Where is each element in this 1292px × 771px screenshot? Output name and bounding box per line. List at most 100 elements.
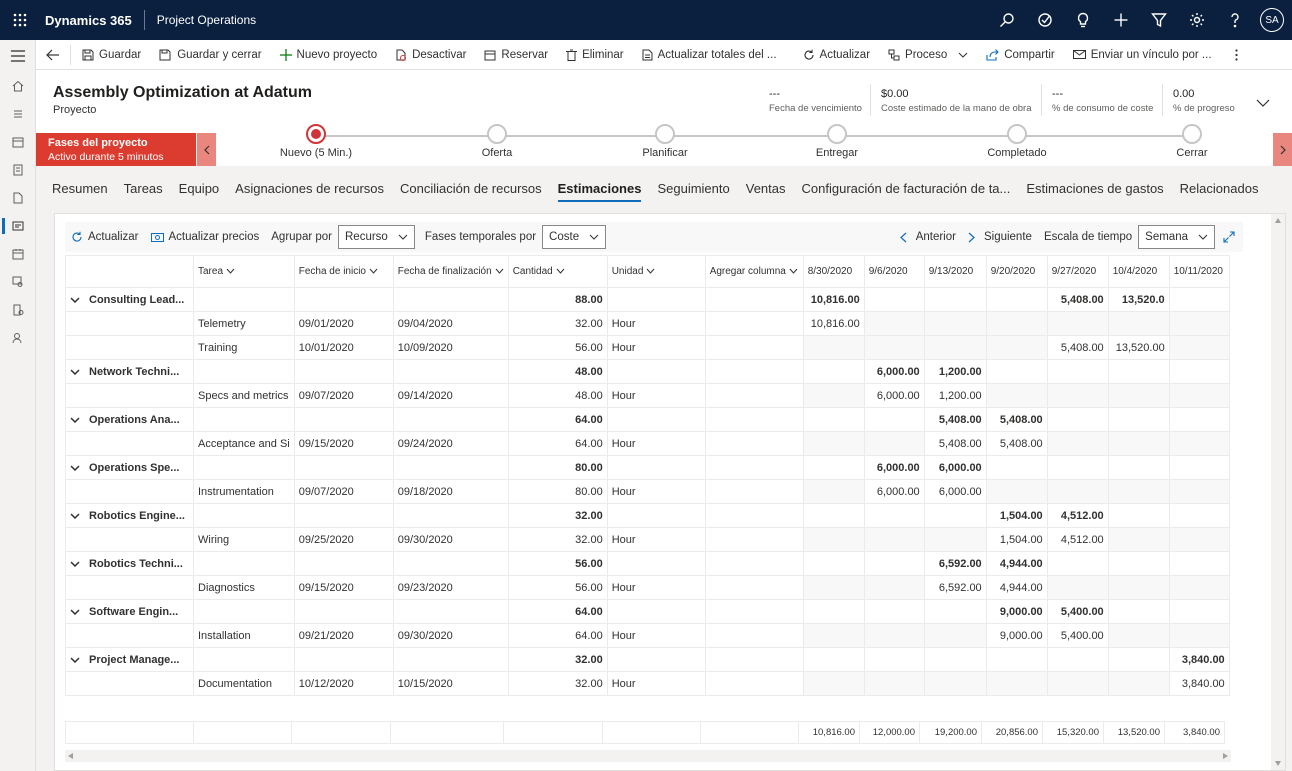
task-week-cell[interactable] [1046, 311, 1109, 336]
task-week-cell[interactable] [1046, 575, 1109, 600]
brand-name[interactable]: Dynamics 365 [40, 13, 144, 28]
task-week-cell[interactable]: 1,504.00 [985, 527, 1048, 552]
delete-button[interactable]: Eliminar [557, 40, 633, 70]
task-week-cell[interactable] [1168, 383, 1230, 408]
tab-billing-setup[interactable]: Configuración de facturación de ta... [794, 166, 1019, 210]
task-end-date[interactable]: 10/09/2020 [392, 335, 509, 360]
task-week-cell[interactable] [1046, 671, 1109, 696]
expand-icon[interactable] [1215, 231, 1243, 243]
plus-icon[interactable] [1102, 0, 1140, 40]
task-unit[interactable]: Hour [606, 623, 706, 648]
task-start-date[interactable]: 09/15/2020 [293, 431, 394, 456]
horizontal-scrollbar[interactable] [65, 750, 1231, 762]
bpf-next-button[interactable] [1273, 133, 1292, 166]
task-quantity[interactable]: 48.00 [507, 383, 608, 408]
task-unit[interactable]: Hour [606, 311, 706, 336]
task-week-cell[interactable] [1107, 479, 1170, 504]
task-quantity[interactable]: 80.00 [507, 479, 608, 504]
task-week-cell[interactable] [863, 335, 925, 360]
task-week-cell[interactable] [802, 479, 865, 504]
task-week-cell[interactable]: 9,000.00 [985, 623, 1048, 648]
task-name[interactable]: Wiring [193, 527, 295, 552]
bpf-prev-button[interactable] [197, 133, 216, 166]
back-button[interactable] [36, 40, 70, 70]
document-nav-icon[interactable] [0, 184, 36, 212]
task-name[interactable]: Documentation [193, 671, 295, 696]
task-week-cell[interactable] [1107, 623, 1170, 648]
task-week-cell[interactable] [1046, 479, 1109, 504]
task-row[interactable]: Documentation 10/12/2020 10/15/2020 32.00 Ho… [65, 671, 1230, 696]
group-row[interactable]: Robotics Techni... 56.00 6,592.00 4,944.00 [65, 551, 1230, 576]
chevron-down-icon[interactable] [70, 558, 80, 570]
previous-button[interactable]: Anterior [894, 231, 962, 243]
task-week-cell[interactable]: 5,408.00 [985, 431, 1048, 456]
column-header-unit[interactable]: Unidad [606, 255, 706, 288]
bpf-stage-quote[interactable]: Oferta [437, 124, 557, 159]
tab-estimates[interactable]: Estimaciones [550, 166, 650, 210]
task-check-icon[interactable] [1026, 0, 1064, 40]
header-field-due-date[interactable]: --- Fecha de vencimiento [769, 88, 862, 114]
update-totals-button[interactable]: Actualizar totales del ... [633, 40, 786, 70]
group-row[interactable]: Robotics Engine... 32.00 1,504.00 4,512.00 [65, 503, 1230, 528]
save-button[interactable]: Guardar [73, 40, 150, 70]
task-week-cell[interactable] [1168, 311, 1230, 336]
task-row[interactable]: Training 10/01/2020 10/09/2020 56.00 Hour 5,4… [65, 335, 1230, 360]
task-unit[interactable]: Hour [606, 431, 706, 456]
time-entry-icon[interactable] [0, 296, 36, 324]
task-week-cell[interactable] [863, 575, 925, 600]
resource-search-icon[interactable] [0, 268, 36, 296]
chevron-down-icon[interactable] [70, 414, 80, 426]
task-week-cell[interactable] [1107, 383, 1170, 408]
group-row[interactable]: Software Engin... 64.00 9,000.00 5,400.00 [65, 599, 1230, 624]
task-week-cell[interactable]: 6,000.00 [863, 383, 925, 408]
task-name[interactable]: Acceptance and Si [193, 431, 295, 456]
task-end-date[interactable]: 09/04/2020 [392, 311, 509, 336]
avatar[interactable]: SA [1260, 8, 1284, 32]
task-start-date[interactable]: 09/01/2020 [293, 311, 394, 336]
chevron-down-icon[interactable] [70, 366, 80, 378]
task-row[interactable]: Acceptance and Si 09/15/2020 09/24/2020 64.… [65, 431, 1230, 456]
task-week-cell[interactable] [1168, 431, 1230, 456]
home-icon[interactable] [0, 72, 36, 100]
task-end-date[interactable]: 10/15/2020 [392, 671, 509, 696]
chevron-down-icon[interactable] [70, 606, 80, 618]
task-week-cell[interactable] [1168, 479, 1230, 504]
bpf-stage-close[interactable]: Cerrar [1132, 124, 1252, 159]
column-header-end-date[interactable]: Fecha de finalización [392, 255, 509, 288]
share-button[interactable]: Compartir [977, 40, 1063, 70]
task-week-cell[interactable] [1168, 623, 1230, 648]
app-name[interactable]: Project Operations [145, 13, 256, 27]
task-name[interactable]: Telemetry [193, 311, 295, 336]
task-week-cell[interactable]: 5,408.00 [1046, 335, 1109, 360]
chevron-down-icon[interactable] [70, 510, 80, 522]
column-header-start-date[interactable]: Fecha de inicio [293, 255, 394, 288]
task-week-cell[interactable] [923, 311, 987, 336]
task-end-date[interactable]: 09/14/2020 [392, 383, 509, 408]
group-row[interactable]: Project Manage... 32.00 3,840.00 [65, 647, 1230, 672]
task-unit[interactable]: Hour [606, 575, 706, 600]
gear-icon[interactable] [1178, 0, 1216, 40]
tab-tracking[interactable]: Seguimiento [649, 166, 737, 210]
report-icon[interactable] [0, 156, 36, 184]
calendar-nav-icon[interactable] [0, 128, 36, 156]
header-field-cost-consumption[interactable]: --- % de consumo de coste [1052, 88, 1153, 114]
task-week-cell[interactable]: 13,520.00 [1107, 335, 1170, 360]
task-week-cell[interactable] [863, 527, 925, 552]
projects-icon[interactable] [0, 212, 36, 240]
tab-sales[interactable]: Ventas [738, 166, 794, 210]
task-week-cell[interactable] [985, 383, 1048, 408]
task-name[interactable]: Installation [193, 623, 295, 648]
grid-refresh-button[interactable]: Actualizar [65, 231, 145, 243]
task-week-cell[interactable] [802, 575, 865, 600]
task-quantity[interactable]: 32.00 [507, 527, 608, 552]
bpf-stage-deliver[interactable]: Entregar [777, 124, 897, 159]
bpf-stage-plan[interactable]: Planificar [605, 124, 725, 159]
task-quantity[interactable]: 56.00 [507, 335, 608, 360]
process-button[interactable]: Proceso [879, 40, 977, 70]
person-icon[interactable] [0, 324, 36, 352]
tab-resource-reconciliation[interactable]: Conciliación de recursos [392, 166, 550, 210]
tab-tasks[interactable]: Tareas [116, 166, 171, 210]
task-week-cell[interactable] [802, 671, 865, 696]
group-name-cell[interactable]: Software Engin... [65, 599, 194, 624]
hamburger-icon[interactable] [0, 40, 36, 72]
